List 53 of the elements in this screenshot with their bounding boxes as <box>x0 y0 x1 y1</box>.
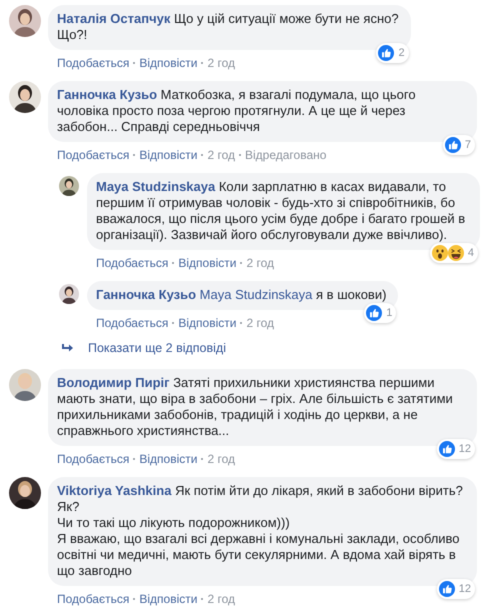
author-link[interactable]: Ганночка Кузьо <box>57 87 158 102</box>
surprised-face-icon <box>432 245 448 261</box>
like-link[interactable]: Подобається <box>57 451 130 467</box>
like-icon <box>378 45 394 61</box>
reaction-count: 12 <box>458 442 471 456</box>
like-link[interactable]: Подобається <box>57 55 130 71</box>
laughing-face-icon <box>448 245 464 261</box>
timestamp[interactable]: 2 год <box>246 255 274 271</box>
reply-link[interactable]: Відповісти <box>139 147 198 163</box>
author-link[interactable]: Viktoriya Yashkina <box>57 483 172 498</box>
author-link[interactable]: Володимир Пиріг <box>57 375 170 390</box>
like-icon <box>444 137 461 153</box>
reply-link[interactable]: Відповісти <box>139 591 198 607</box>
comment-text: Ганночка Кузьо Maya Studzinskaya я в шокови) <box>96 287 386 303</box>
like-link[interactable]: Подобається <box>96 315 168 331</box>
timestamp[interactable]: 2 год <box>207 147 235 163</box>
like-icon <box>438 581 455 597</box>
reaction-count: 4 <box>468 246 474 260</box>
reaction-count: 7 <box>464 138 471 152</box>
mention-link[interactable]: Maya Studzinskaya <box>200 287 312 302</box>
reply-link[interactable]: Відповісти <box>139 451 198 467</box>
edited-label[interactable]: Відредаговано <box>245 147 326 163</box>
reaction-badge[interactable]: 2 <box>376 43 409 63</box>
reaction-badge[interactable]: 1 <box>364 303 396 323</box>
reply-link[interactable]: Відповісти <box>139 55 198 71</box>
reaction-badge[interactable]: 7 <box>442 135 475 155</box>
comment-text: Maya Studzinskaya Коли зарплатню в касах видавали, то першим її отримував чоловік - будь-хто зі співробітників, бо вважалося, що після цього усім буде добре і багато грошей в організації). Зазвичай його обслуговували дуже ввічливо). <box>96 179 466 243</box>
comment-text: Наталія Остапчук Що у цій ситуації може бути не ясно? Що?! <box>57 11 399 43</box>
reply-arrow-icon <box>62 343 74 353</box>
like-icon <box>366 305 382 321</box>
more-replies-link[interactable]: Показати ще 2 відповіді <box>88 341 226 355</box>
like-link[interactable]: Подобається <box>96 255 168 271</box>
author-link[interactable]: Maya Studzinskaya <box>96 179 216 194</box>
reaction-badge[interactable]: 4 <box>430 243 478 263</box>
comment-text: Viktoriya Yashkina Як потім йти до лікаря, який в забобони вірить? Як? Чи то такі що лікують подорожником))) Я вважаю, що взагалі всі державні і комунальні заклади, особливо освітні чи медичні, мають бути секулярними. А вдома хай вірять в що завгодно <box>57 483 464 579</box>
timestamp[interactable]: 2 год <box>207 591 235 607</box>
comment-text: Володимир Пиріг Затяті прихильники християнства першими мають знати, що віра в забобони – гріх. Але більшість є затятими прихильниками забобонів, традицій і ходінь до церкви, а не справжнього християнства... <box>57 375 454 439</box>
like-link[interactable]: Подобається <box>57 147 130 163</box>
reaction-count: 12 <box>458 582 471 596</box>
like-icon <box>438 441 455 457</box>
reaction-badge[interactable]: 12 <box>436 439 475 459</box>
reaction-badge[interactable]: 12 <box>436 579 475 599</box>
timestamp[interactable]: 2 год <box>207 55 235 71</box>
like-link[interactable]: Подобається <box>57 591 130 607</box>
reply-link[interactable]: Відповісти <box>178 315 236 331</box>
author-link[interactable]: Наталія Остапчук <box>57 11 170 26</box>
reaction-count: 1 <box>386 306 392 320</box>
timestamp[interactable]: 2 год <box>207 451 235 467</box>
comment-text: Ганночка Кузьо Маткобозка, я взагалі подумала, що цього чоловіка просто поза чергою протягнули. А це ще й через забобон... Справді середньовіччя <box>57 87 417 135</box>
author-link[interactable]: Ганночка Кузьо <box>96 287 196 302</box>
timestamp[interactable]: 2 год <box>246 315 274 331</box>
reaction-count: 2 <box>398 46 405 60</box>
reply-link[interactable]: Відповісти <box>178 255 236 271</box>
